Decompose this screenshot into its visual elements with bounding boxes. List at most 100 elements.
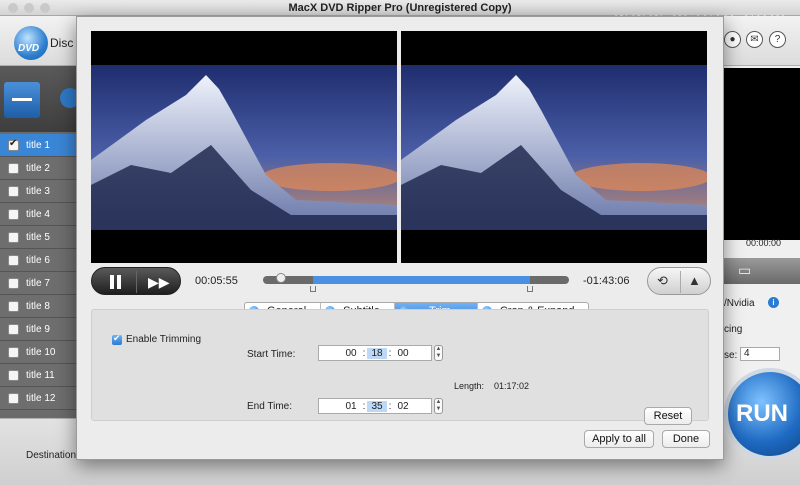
user-icon[interactable]: ● — [724, 31, 741, 48]
title-list-item[interactable]: title 2 — [0, 157, 78, 180]
info-icon[interactable]: i — [768, 297, 779, 308]
disc-label: Disc — [50, 36, 74, 50]
current-time: 00:05:55 — [195, 275, 238, 287]
title-label: title 12 — [26, 392, 56, 404]
title-checkbox[interactable] — [8, 208, 19, 220]
end-hours[interactable]: 01 — [341, 401, 361, 412]
title-label: title 10 — [26, 346, 56, 358]
title-label: title 6 — [26, 254, 50, 266]
title-list: title 1 title 2 title 3 title 4 title 5 title… — [0, 134, 78, 410]
title-label: title 11 — [26, 369, 55, 381]
mail-icon[interactable]: ✉ — [746, 31, 763, 48]
title-checkbox[interactable] — [8, 369, 19, 381]
title-checkbox[interactable] — [8, 185, 19, 197]
rotate-buttons: ⟲ ▲ — [647, 267, 711, 295]
checkbox[interactable] — [112, 333, 122, 345]
remove-title-button[interactable] — [4, 82, 40, 118]
window-title: MacX DVD Ripper Pro (Unregistered Copy) — [288, 2, 512, 14]
title-label: title 1 — [26, 139, 50, 151]
reset-button[interactable]: Reset — [644, 407, 692, 425]
length-label: Length: — [454, 381, 485, 391]
end-seconds[interactable]: 02 — [393, 401, 413, 412]
start-time-stepper[interactable]: ▲ ▼ — [434, 345, 443, 361]
list-header — [0, 66, 80, 132]
playhead-handle[interactable] — [276, 273, 286, 283]
start-hours[interactable]: 00 — [341, 348, 361, 359]
title-checkbox[interactable] — [8, 323, 19, 335]
rotate-icon[interactable]: ⟲ — [657, 273, 668, 289]
end-minutes[interactable]: 35 — [367, 400, 387, 412]
title-checkbox[interactable] — [8, 392, 19, 404]
title-list-item[interactable]: title 11 — [0, 364, 78, 387]
title-list-panel: title 1 title 2 title 3 title 4 title 5 title… — [0, 66, 80, 418]
apply-to-all-button[interactable]: Apply to all — [584, 430, 654, 448]
title-list-item[interactable]: title 4 — [0, 203, 78, 226]
folder-icon: ▭ — [738, 262, 752, 278]
title-list-item[interactable]: title 9 — [0, 318, 78, 341]
trim-range-fill — [313, 276, 530, 284]
dvd-disc-button[interactable]: DVD — [14, 26, 48, 60]
title-label: title 8 — [26, 300, 50, 312]
fast-forward-icon[interactable]: ▶▶ — [148, 274, 170, 290]
title-label: title 9 — [26, 323, 50, 335]
title-checkbox[interactable] — [8, 254, 19, 266]
se-select[interactable]: 4 — [740, 347, 780, 361]
seek-slider[interactable] — [263, 273, 569, 292]
trim-end-marker[interactable] — [527, 286, 533, 292]
output-preview — [724, 68, 800, 240]
nvidia-label: /Nvidia — [724, 298, 755, 309]
trim-dialog: ▶▶ 00:05:55 -01:43:06 ⟲ ▲ GeneralSubtitl… — [76, 16, 724, 460]
end-time-field[interactable]: 01 : 35 : 02 — [318, 398, 432, 414]
title-list-item[interactable]: title 1 — [0, 134, 78, 157]
start-time-field[interactable]: 00 : 18 : 00 — [318, 345, 432, 361]
output-panel: 00:00:00 ▭ /Nvidia i cing se: 4 — [724, 66, 800, 418]
se-label: se: — [724, 350, 738, 361]
flip-icon[interactable]: ▲ — [688, 273, 701, 288]
start-time-label: Start Time: — [247, 349, 296, 360]
enable-trimming-checkbox[interactable]: Enable Trimming — [112, 333, 202, 345]
close-window-button[interactable] — [8, 3, 18, 13]
title-list-item[interactable]: title 7 — [0, 272, 78, 295]
title-checkbox[interactable] — [8, 162, 19, 174]
title-list-item[interactable]: title 10 — [0, 341, 78, 364]
title-checkbox[interactable] — [8, 231, 19, 243]
pause-icon[interactable] — [110, 275, 122, 289]
trim-start-marker[interactable] — [310, 286, 316, 292]
title-label: title 7 — [26, 277, 50, 289]
output-time: 00:00:00 — [746, 238, 782, 248]
interlacing-label: cing — [724, 324, 743, 335]
start-seconds[interactable]: 00 — [393, 348, 413, 359]
run-circle: RUN — [724, 368, 800, 460]
done-button[interactable]: Done — [662, 430, 710, 448]
title-list-item[interactable]: title 3 — [0, 180, 78, 203]
title-list-item[interactable]: title 5 — [0, 226, 78, 249]
help-icon[interactable]: ? — [769, 31, 786, 48]
destination-label: Destination — [26, 450, 77, 461]
folder-tab[interactable]: ▭ — [724, 258, 800, 284]
playback-controls: ▶▶ 00:05:55 -01:43:06 ⟲ ▲ — [91, 267, 711, 297]
end-time-label: End Time: — [247, 401, 293, 412]
dvd-logo-text: DVD — [18, 43, 40, 54]
title-list-item[interactable]: title 8 — [0, 295, 78, 318]
minimize-window-button[interactable] — [24, 3, 34, 13]
zoom-window-button[interactable] — [40, 3, 50, 13]
length-value: 01:17:02 — [494, 381, 530, 391]
playback-buttons: ▶▶ — [91, 267, 181, 295]
title-label: title 4 — [26, 208, 50, 220]
title-list-item[interactable]: title 6 — [0, 249, 78, 272]
length-display: Length: 01:17:02 — [454, 381, 529, 391]
title-checkbox[interactable] — [8, 277, 19, 289]
title-label: title 3 — [26, 185, 50, 197]
enable-trimming-label: Enable Trimming — [126, 334, 202, 345]
scene-image-output — [401, 65, 707, 230]
divider — [136, 271, 137, 293]
start-minutes[interactable]: 18 — [367, 347, 387, 359]
title-list-item[interactable]: title 12 — [0, 387, 78, 410]
title-checkbox[interactable] — [8, 346, 19, 358]
run-button[interactable]: RUN — [720, 368, 800, 485]
title-checkbox[interactable] — [8, 138, 19, 151]
title-checkbox[interactable] — [8, 300, 19, 312]
end-time-stepper[interactable]: ▲ ▼ — [434, 398, 443, 414]
trim-panel: Enable Trimming Start Time: 00 : 18 : 00… — [91, 309, 709, 425]
scene-image-original — [91, 65, 397, 230]
